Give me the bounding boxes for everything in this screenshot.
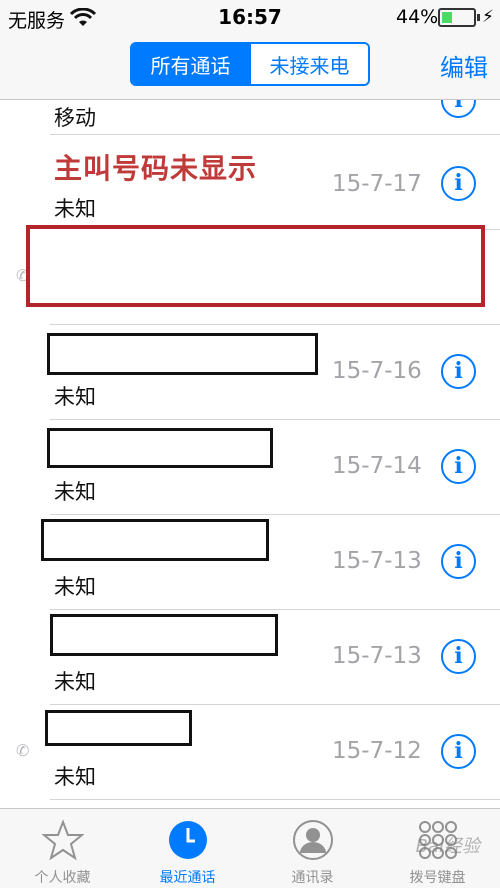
call-row[interactable]: 未知 15-7-13 i — [0, 515, 500, 610]
call-date: 15-7-12 — [332, 738, 422, 764]
call-type-label: 未知 — [54, 575, 96, 599]
call-row[interactable]: 未知 15-7-13 i — [0, 610, 500, 705]
redacted-number-box — [45, 710, 192, 746]
charging-bolt-icon: ⚡ — [482, 7, 494, 27]
call-type-label: 移动 — [54, 106, 96, 130]
call-row-top-partial[interactable]: 移动 i — [0, 100, 500, 135]
info-icon[interactable]: i — [441, 544, 476, 579]
call-type-label: 未知 — [54, 670, 96, 694]
calls-filter-segmented-control: 所有通话 未接来电 — [130, 42, 370, 86]
segment-all-calls[interactable]: 所有通话 — [132, 44, 249, 84]
recent-calls-list[interactable]: 移动 i 主叫号码未显示 未知 15-7-17 i ✆ 未知 15-7-16 i… — [0, 100, 500, 808]
info-icon[interactable]: i — [441, 166, 476, 201]
call-date: 15-7-13 — [332, 548, 422, 574]
redacted-number-box — [47, 428, 273, 468]
status-bar: 无服务 16:57 44% ⚡ — [0, 0, 500, 34]
redacted-number-box — [41, 519, 269, 561]
call-date: 15-7-17 — [332, 171, 422, 197]
call-type-label: 未知 — [54, 197, 96, 221]
nav-bar: 所有通话 未接来电 编辑 — [0, 34, 500, 100]
contact-icon — [293, 820, 333, 860]
redacted-number-box — [50, 614, 278, 656]
call-type-label: 未知 — [54, 765, 96, 789]
watermark: Bai经验 — [415, 836, 480, 857]
tab-contacts[interactable]: 通讯录 — [250, 809, 375, 888]
tab-label: 拨号键盘 — [409, 870, 466, 886]
clock-icon — [169, 821, 207, 859]
redacted-number-box — [47, 333, 318, 375]
call-row[interactable]: 主叫号码未显示 未知 15-7-17 i — [0, 135, 500, 230]
edit-button[interactable]: 编辑 — [440, 48, 488, 83]
call-date: 15-7-16 — [332, 358, 422, 384]
outgoing-call-icon: ✆ — [16, 741, 30, 760]
info-icon[interactable]: i — [441, 354, 476, 389]
battery-percent: 44% — [396, 6, 439, 28]
call-type-label: 未知 — [54, 385, 96, 409]
info-icon[interactable]: i — [441, 639, 476, 674]
tab-label: 最近通话 — [159, 870, 216, 886]
caller-id-hidden-label: 主叫号码未显示 — [54, 152, 258, 185]
tab-recents[interactable]: 最近通话 — [125, 809, 250, 888]
tab-label: 个人收藏 — [34, 870, 91, 886]
call-row[interactable]: 未知 15-7-14 i — [0, 420, 500, 515]
battery-icon — [438, 8, 480, 27]
call-date: 15-7-14 — [332, 453, 422, 479]
call-date: 15-7-13 — [332, 643, 422, 669]
tab-favorites[interactable]: 个人收藏 — [0, 809, 125, 888]
star-icon — [42, 819, 84, 861]
tab-label: 通讯录 — [291, 870, 334, 886]
call-type-label: 未知 — [54, 480, 96, 504]
call-row[interactable]: ✆ 未知 15-7-12 i — [0, 705, 500, 800]
info-icon[interactable]: i — [441, 449, 476, 484]
highlight-box — [26, 225, 485, 307]
call-row[interactable]: 未知 15-7-16 i — [0, 325, 500, 420]
info-icon[interactable]: i — [441, 734, 476, 769]
info-icon[interactable]: i — [441, 100, 476, 118]
segment-missed-calls[interactable]: 未接来电 — [249, 44, 368, 84]
